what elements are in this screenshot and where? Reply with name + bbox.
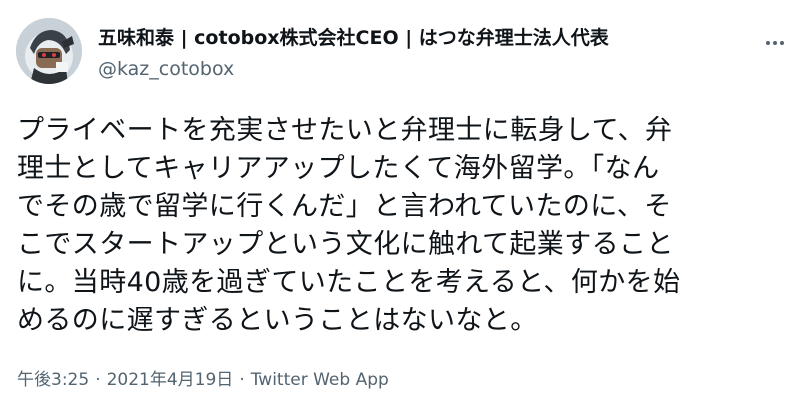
- author-name[interactable]: 五味和泰 | cotobox株式会社CEO | はつな弁理士法人代表: [98, 25, 609, 51]
- tweet-text-line: こでスタートアップという文化に触れて起業すること: [17, 229, 674, 260]
- more-horizontal-icon: [766, 41, 784, 45]
- tweet-text: プライベートを充実させたいと弁理士に転身して、弁 理士としてキャリアアップしたく…: [17, 112, 787, 340]
- tweet-text-line: でその歳で留学に行くんだ」と言われていたのに、そ: [17, 191, 672, 222]
- avatar[interactable]: [16, 18, 82, 84]
- tweet-date[interactable]: 2021年4月19日: [107, 370, 234, 390]
- more-options-button[interactable]: [758, 26, 792, 60]
- tweet-card: 五味和泰 | cotobox株式会社CEO | はつな弁理士法人代表 @kaz_…: [0, 0, 800, 408]
- robot-avatar-icon: [16, 18, 82, 84]
- author-handle[interactable]: @kaz_cotobox: [98, 56, 234, 82]
- tweet-text-line: 理士としてキャリアアップしたくて海外留学。「なん: [17, 153, 660, 184]
- tweet-metadata: 午後3:25 · 2021年4月19日 · Twitter Web App: [17, 368, 389, 392]
- tweet-text-line: めるのに遅すぎるということはないなと。: [17, 305, 538, 336]
- meta-separator: ·: [239, 370, 245, 390]
- tweet-source-link[interactable]: Twitter Web App: [251, 370, 389, 390]
- tweet-text-line: プライベートを充実させたいと弁理士に転身して、弁: [17, 115, 673, 146]
- tweet-time[interactable]: 午後3:25: [17, 370, 89, 390]
- meta-separator: ·: [95, 370, 101, 390]
- tweet-text-line: に。当時40歳を過ぎていたことを考えると、何かを始: [17, 267, 681, 298]
